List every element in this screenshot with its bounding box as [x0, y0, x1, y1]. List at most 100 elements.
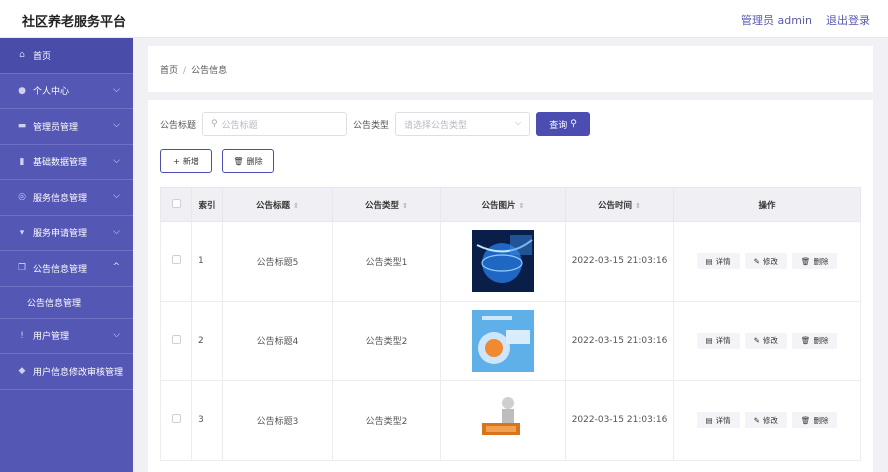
bar-chart-icon: ▮	[19, 156, 25, 167]
select-all-checkbox[interactable]	[171, 198, 181, 208]
title-search-input[interactable]: ⚲ 公告标题	[202, 112, 348, 136]
delete-button-label: 删除	[246, 156, 263, 166]
content-card: 公告标题 ⚲ 公告标题 公告类型 请选择公告类型 ⌵ 查询 ⚲ + 新增 🗑 删…	[148, 100, 873, 472]
edit-icon: ✎	[753, 415, 760, 425]
sort-icon[interactable]: ⇕	[293, 202, 299, 210]
detail-label: 详情	[715, 415, 731, 425]
top-header: 社区养老服务平台 管理员 admin 退出登录	[0, 0, 888, 38]
sidebar-subitem-notice-management[interactable]: 公告信息管理	[0, 287, 133, 319]
table-row: 2 公告标题4 公告类型2 2022-03-15 21:03:16 ▤ 详情 ✎…	[160, 300, 861, 381]
sidebar-item-basic-data[interactable]: ▮ 基础数据管理 ⌵	[0, 145, 133, 180]
batch-delete-button[interactable]: 🗑 删除	[222, 149, 274, 173]
row-index: 1	[191, 221, 223, 302]
logout-link[interactable]: 退出登录	[826, 12, 870, 28]
row-image-cell	[440, 300, 566, 381]
type-select-placeholder: 请选择公告类型	[404, 120, 468, 131]
row-ops-cell: ▤ 详情 ✎ 修改 🗑 删除	[673, 380, 861, 461]
edit-icon: ✎	[753, 336, 760, 346]
delete-label: 删除	[813, 256, 829, 266]
sort-icon[interactable]: ⇕	[402, 202, 408, 210]
breadcrumb: 首页 / 公告信息	[160, 63, 227, 76]
detail-button[interactable]: ▤ 详情	[696, 412, 740, 429]
chevron-down-icon: ⌵	[113, 191, 120, 201]
sidebar-item-label: 公告信息管理	[33, 264, 88, 275]
table-row: 3 公告标题3 公告类型2 2022-03-15 21:03:16 ▤ 详情 ✎…	[160, 380, 861, 461]
breadcrumb-home[interactable]: 首页	[160, 66, 178, 76]
notice-table: 索引 公告标题 ⇕ 公告类型 ⇕ 公告图片 ⇕ 公告时间 ⇕ 操作 1 公告标题5 公告…	[160, 187, 861, 461]
sidebar-item-user-management[interactable]: ! 用户管理 ⌵	[0, 319, 133, 354]
query-button[interactable]: 查询 ⚲	[536, 112, 591, 136]
delete-button[interactable]: 🗑 删除	[791, 253, 838, 270]
app-title: 社区养老服务平台	[22, 15, 127, 30]
sidebar-item-service-info[interactable]: ◎ 服务信息管理 ⌵	[0, 180, 133, 216]
sidebar-item-user-info-review[interactable]: ◆ 用户信息修改审核管理	[0, 354, 133, 390]
header-ops-label: 操作	[758, 200, 776, 211]
row-select-cell[interactable]	[160, 380, 192, 461]
row-checkbox[interactable]	[171, 414, 181, 424]
chevron-up-icon: ^	[112, 262, 120, 272]
title-filter-label: 公告标题	[160, 120, 197, 131]
delete-button[interactable]: 🗑 删除	[791, 412, 838, 429]
search-icon: ⚲	[570, 119, 577, 129]
notice-image-news-figure	[472, 389, 534, 452]
header-image[interactable]: 公告图片 ⇕	[440, 187, 566, 222]
edit-label: 修改	[762, 415, 778, 425]
header-type[interactable]: 公告类型 ⇕	[332, 187, 441, 222]
select-all-cell[interactable]	[160, 187, 192, 222]
type-filter-label: 公告类型	[353, 120, 390, 131]
delete-button[interactable]: 🗑 删除	[791, 332, 838, 349]
sidebar-item-label: 用户信息修改审核管理	[33, 367, 124, 378]
add-button[interactable]: + 新增	[160, 149, 212, 173]
breadcrumb-current: 公告信息	[191, 66, 228, 76]
delete-label: 删除	[813, 336, 829, 346]
row-type: 公告类型2	[332, 380, 441, 461]
row-checkbox[interactable]	[171, 255, 181, 265]
row-title: 公告标题3	[222, 380, 333, 461]
row-title: 公告标题5	[222, 221, 333, 302]
row-index: 3	[191, 380, 223, 461]
chevron-down-icon: ⌵	[113, 84, 120, 95]
sidebar-item-notice-info[interactable]: ❐ 公告信息管理 ^	[0, 251, 133, 287]
detail-button[interactable]: ▤ 详情	[696, 332, 740, 349]
header-title[interactable]: 公告标题 ⇕	[222, 187, 333, 222]
edit-label: 修改	[762, 336, 778, 346]
edit-button[interactable]: ✎ 修改	[744, 253, 787, 270]
sidebar-item-home[interactable]: ⌂ 首页	[0, 38, 133, 74]
row-checkbox[interactable]	[171, 334, 181, 344]
row-time: 2022-03-15 21:03:16	[565, 300, 674, 381]
row-select-cell[interactable]	[160, 221, 192, 302]
sort-icon[interactable]: ⇕	[635, 202, 641, 210]
sidebar-item-label: 首页	[33, 51, 52, 62]
row-title: 公告标题4	[222, 300, 333, 381]
detail-button[interactable]: ▤ 详情	[696, 253, 740, 270]
sidebar-item-label: 个人中心	[33, 87, 70, 98]
edit-button[interactable]: ✎ 修改	[744, 412, 787, 429]
breadcrumb-separator: /	[183, 66, 187, 76]
header-time[interactable]: 公告时间 ⇕	[565, 187, 674, 222]
type-select[interactable]: 请选择公告类型 ⌵	[395, 112, 531, 136]
document-icon: ▤	[705, 415, 713, 425]
document-icon: ▤	[705, 256, 713, 266]
header-title-label: 公告标题	[256, 200, 291, 211]
search-icon: ⚲	[211, 119, 218, 129]
sidebar-item-admin-management[interactable]: ▬ 管理员管理 ⌵	[0, 109, 133, 145]
sidebar-item-personal-center[interactable]: ● 个人中心 ⌵	[0, 74, 133, 109]
copy-icon: ❐	[17, 263, 27, 274]
add-button-label: 新增	[182, 156, 199, 166]
row-select-cell[interactable]	[160, 300, 192, 381]
trash-icon: 🗑	[800, 415, 811, 425]
trash-icon: 🗑	[800, 336, 811, 346]
trash-icon: 🗑	[800, 256, 811, 266]
header-type-label: 公告类型	[365, 200, 400, 211]
sidebar-item-label: 管理员管理	[33, 122, 79, 133]
header-index-label: 索引	[198, 200, 216, 211]
notice-image-news-blue	[472, 309, 534, 372]
sort-icon[interactable]: ⇕	[519, 202, 525, 210]
admin-user-link[interactable]: 管理员 admin	[741, 12, 812, 28]
notice-image-globe	[472, 230, 534, 293]
edit-button[interactable]: ✎ 修改	[744, 332, 787, 349]
plus-icon: +	[173, 156, 180, 166]
trash-icon: 🗑	[233, 156, 244, 166]
sidebar-item-service-apply[interactable]: ▾ 服务申请管理 ⌵	[0, 216, 133, 251]
detail-label: 详情	[715, 336, 731, 346]
